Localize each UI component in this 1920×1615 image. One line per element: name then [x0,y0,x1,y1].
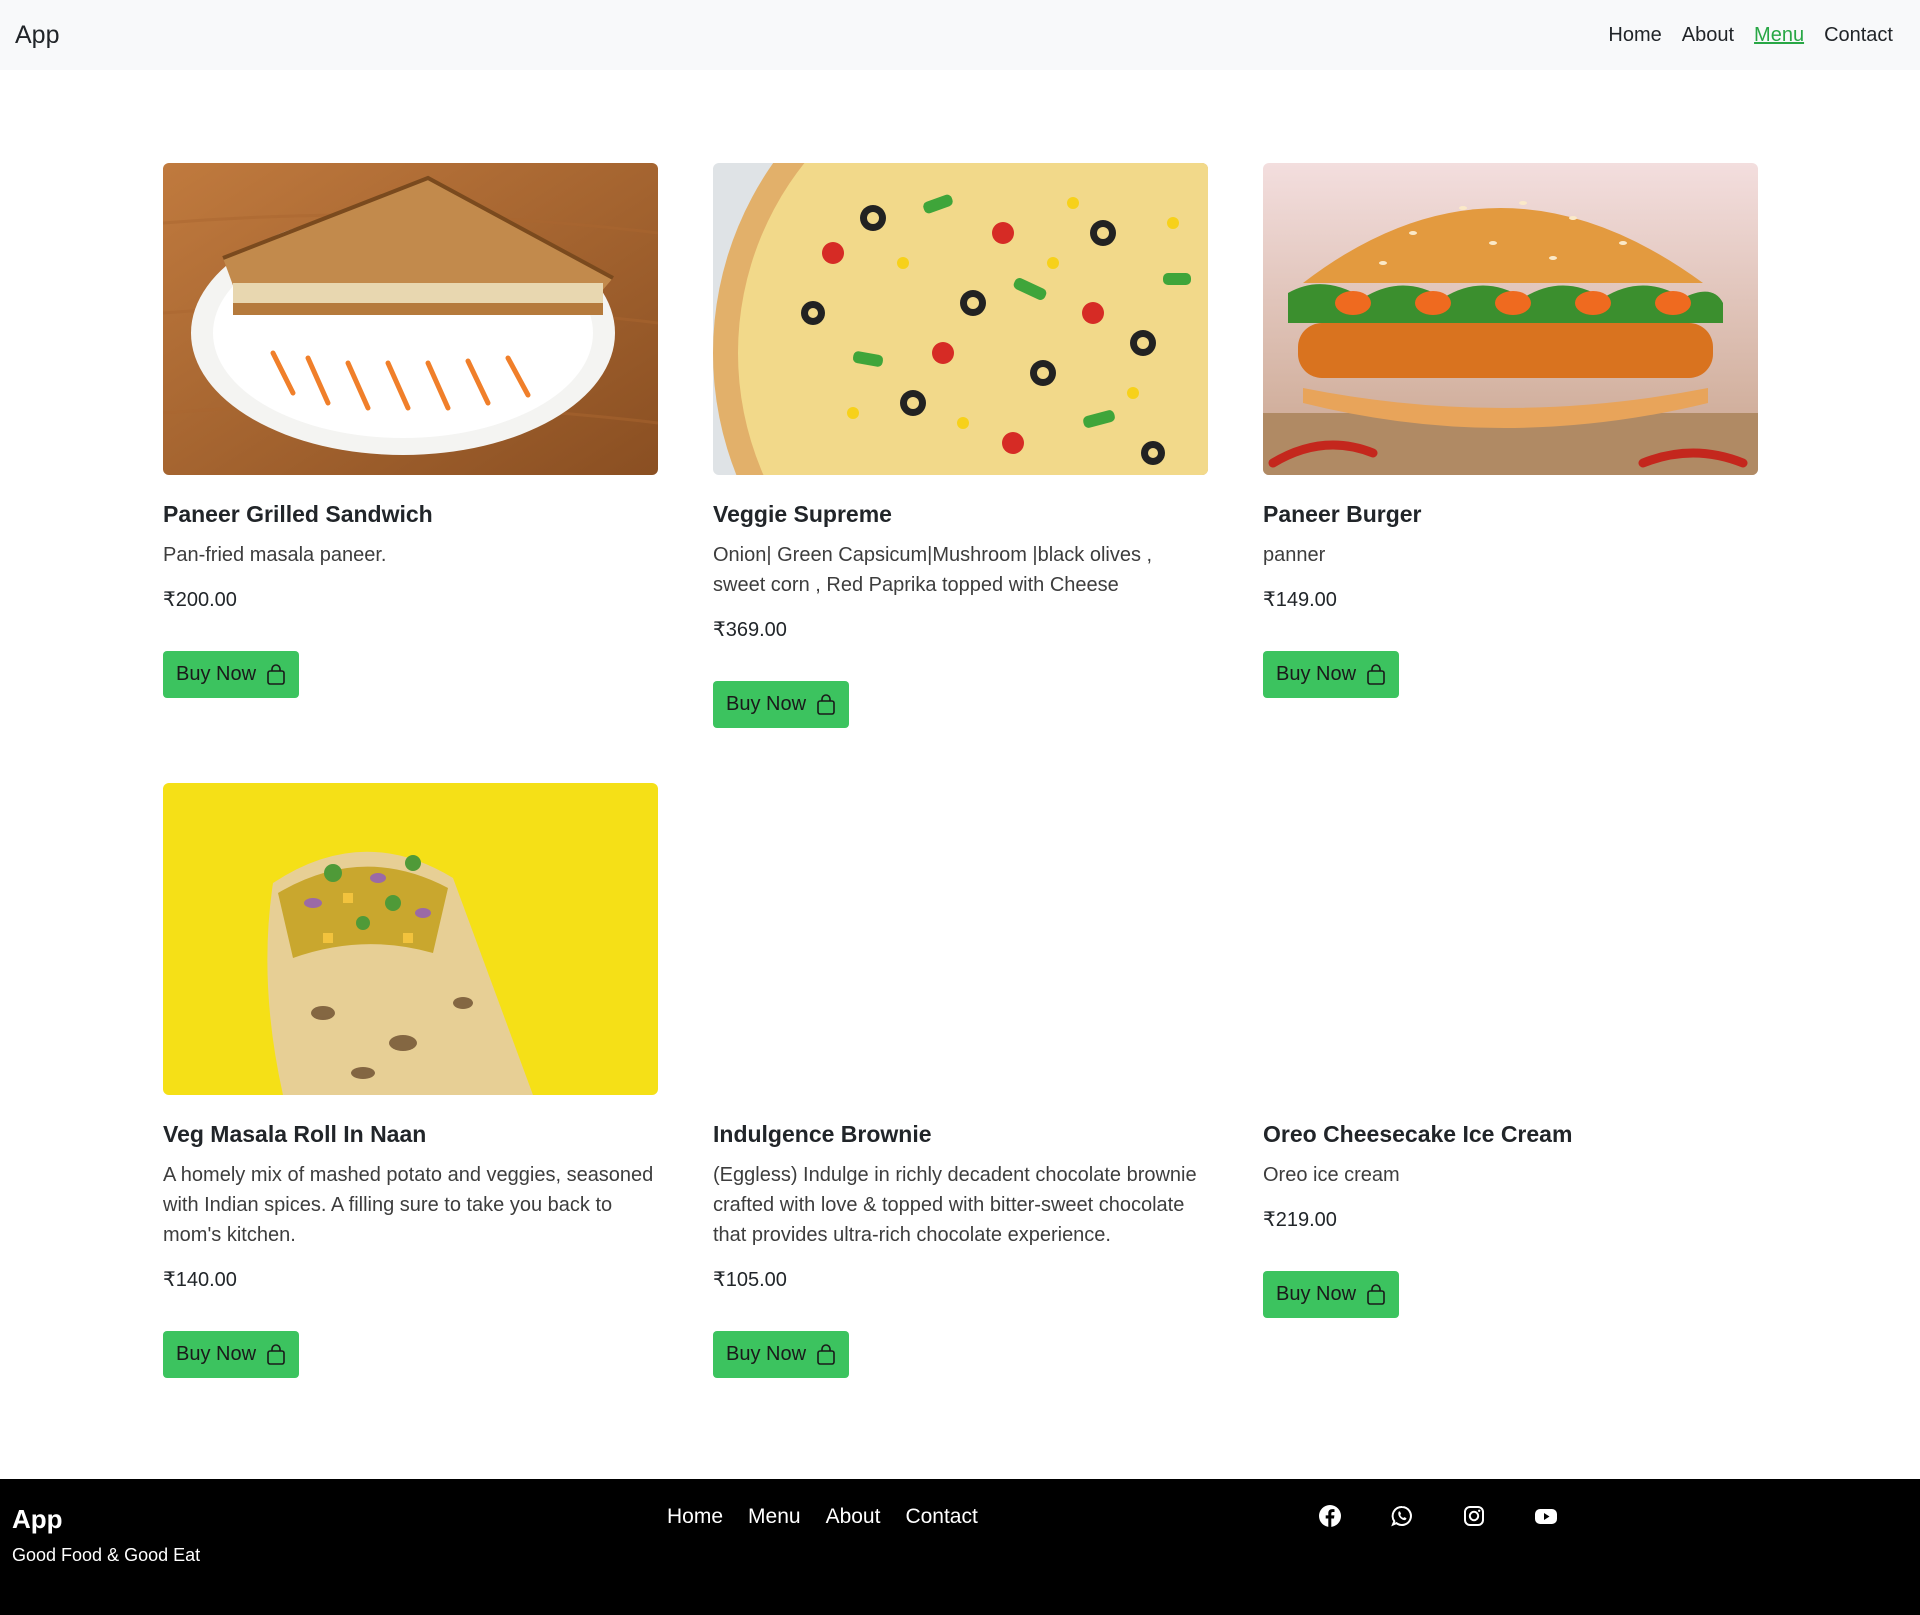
shopping-bag-icon [267,663,285,685]
shopping-bag-icon [1367,1283,1385,1305]
menu-card: Paneer Burger panner ₹149.00 Buy Now [1263,163,1758,728]
footer-link-menu[interactable]: Menu [748,1505,801,1529]
buy-now-label: Buy Now [175,663,257,685]
shopping-bag-icon [817,693,835,715]
footer-tagline: Good Food & Good Eat [12,1545,201,1565]
buy-now-label: Buy Now [725,693,807,715]
item-name: Oreo Cheesecake Ice Cream [1263,1121,1573,1147]
item-price: ₹149.00 [1263,589,1337,611]
social-links [1318,1504,1558,1528]
buy-now-label: Buy Now [1275,663,1357,685]
buy-now-button[interactable]: Buy Now [1263,1271,1399,1318]
item-price: ₹140.00 [163,1269,237,1291]
menu-card: Paneer Grilled Sandwich Pan-fried masala… [163,163,658,728]
shopping-bag-icon [267,1343,285,1365]
food-image-ice-cream [1263,783,1758,1095]
food-image-pizza [713,163,1208,475]
nav-link-contact[interactable]: Contact [1824,24,1893,47]
item-description: panner [1263,544,1326,566]
buy-now-button[interactable]: Buy Now [713,681,849,728]
nav-link-home[interactable]: Home [1608,24,1661,47]
food-image-burger [1263,163,1758,475]
item-price: ₹200.00 [163,589,237,611]
footer-link-about[interactable]: About [826,1505,881,1529]
nav-link-menu[interactable]: Menu [1754,24,1804,47]
navbar: App Home About Menu Contact [0,0,1920,70]
item-name: Indulgence Brownie [713,1121,932,1147]
item-description: A homely mix of mashed potato and veggie… [163,1164,654,1246]
item-price: ₹369.00 [713,619,787,641]
instagram-icon[interactable] [1462,1504,1486,1528]
buy-now-label: Buy Now [725,1343,807,1365]
shopping-bag-icon [817,1343,835,1365]
youtube-icon[interactable] [1534,1504,1558,1528]
item-description: Oreo ice cream [1263,1164,1400,1186]
item-description: Pan-fried masala paneer. [163,544,387,566]
whatsapp-icon[interactable] [1390,1504,1414,1528]
facebook-icon[interactable] [1318,1504,1342,1528]
item-price: ₹219.00 [1263,1209,1337,1231]
buy-now-button[interactable]: Buy Now [163,1331,299,1378]
buy-now-label: Buy Now [1275,1283,1357,1305]
buy-now-button[interactable]: Buy Now [713,1331,849,1378]
nav-links: Home About Menu Contact [1608,24,1905,47]
footer-link-home[interactable]: Home [667,1505,723,1529]
buy-now-button[interactable]: Buy Now [1263,651,1399,698]
nav-link-about[interactable]: About [1682,24,1734,47]
footer-link-contact[interactable]: Contact [905,1505,977,1529]
food-image-sandwich [163,163,658,475]
item-description: Onion| Green Capsicum|Mushroom |black ol… [713,544,1153,596]
menu-card: Veggie Supreme Onion| Green Capsicum|Mus… [713,163,1208,728]
buy-now-label: Buy Now [175,1343,257,1365]
footer-brand: App [12,1504,63,1534]
item-name: Veg Masala Roll In Naan [163,1121,427,1147]
menu-card: Indulgence Brownie (Eggless) Indulge in … [713,783,1208,1378]
footer-nav: Home Menu About Contact [667,1505,978,1529]
menu-card: Oreo Cheesecake Ice Cream Oreo ice cream… [1263,783,1758,1378]
menu-card: Veg Masala Roll In Naan A homely mix of … [163,783,658,1378]
food-image-masala-roll [163,783,658,1095]
item-name: Paneer Grilled Sandwich [163,501,433,527]
menu-grid: Paneer Grilled Sandwich Pan-fried masala… [163,163,1758,1378]
buy-now-button[interactable]: Buy Now [163,651,299,698]
shopping-bag-icon [1367,663,1385,685]
item-name: Veggie Supreme [713,501,892,527]
brand-logo[interactable]: App [15,21,59,50]
item-price: ₹105.00 [713,1269,787,1291]
food-image-brownie [713,783,1208,1095]
item-name: Paneer Burger [1263,501,1422,527]
item-description: (Eggless) Indulge in richly decadent cho… [713,1164,1197,1246]
footer: App Good Food & Good Eat Home Menu About… [0,1479,1920,1615]
